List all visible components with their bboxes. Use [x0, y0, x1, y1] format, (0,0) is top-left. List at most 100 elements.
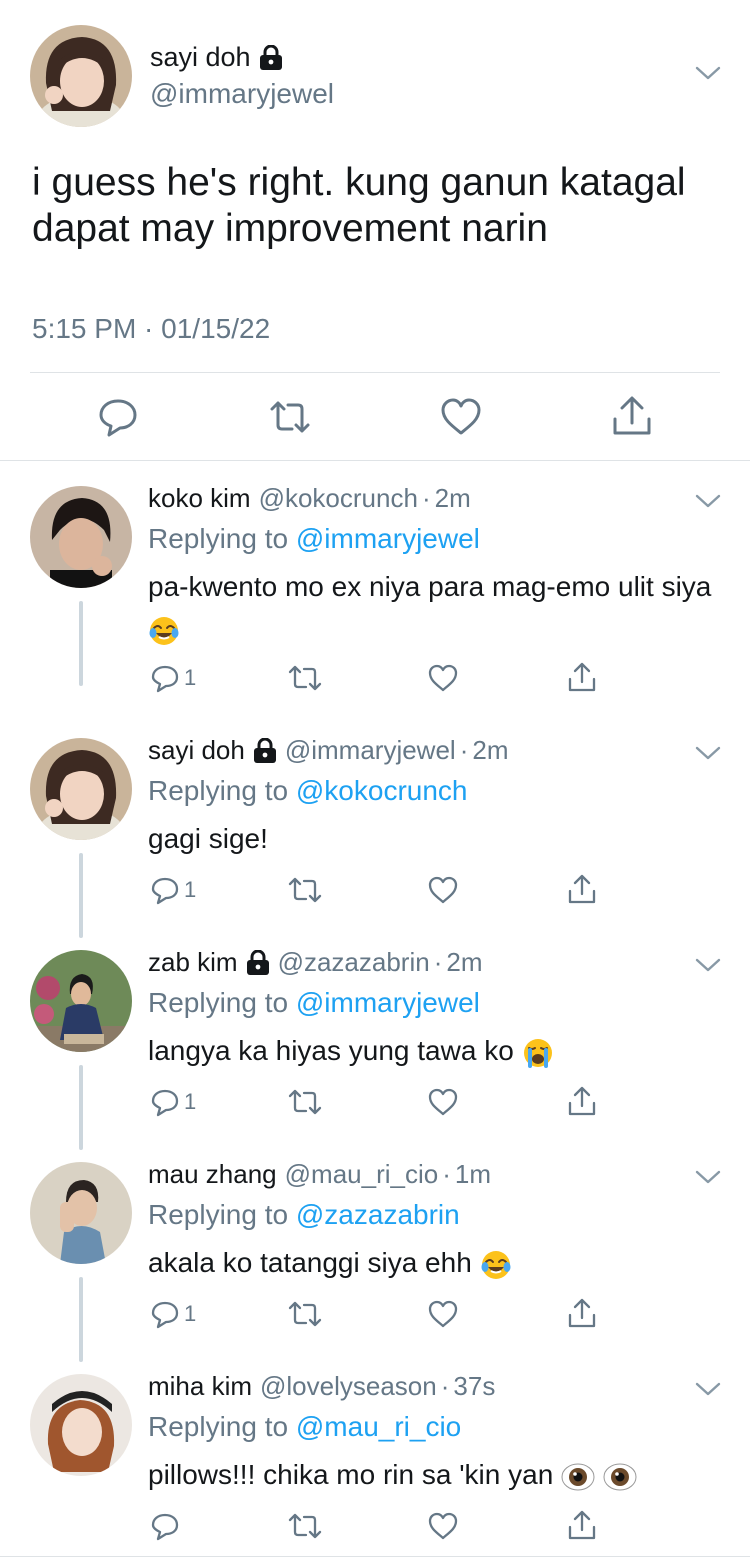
author-handle[interactable]: @immaryjewel — [285, 735, 456, 766]
share-icon — [568, 1510, 596, 1540]
share-button[interactable] — [566, 661, 598, 695]
author-handle[interactable]: @mau_ri_cio — [285, 1159, 439, 1190]
replying-label: Replying to — [148, 1199, 289, 1230]
retweet-button[interactable] — [287, 661, 323, 695]
like-icon — [428, 876, 458, 904]
reply-tweet[interactable]: mau zhang @mau_ri_cio · 1m Replying to @… — [0, 1137, 750, 1362]
retweet-icon[interactable] — [268, 395, 312, 439]
author-handle[interactable]: @immaryjewel — [150, 78, 334, 110]
share-icon — [568, 874, 596, 904]
chevron-down-icon[interactable] — [695, 1381, 721, 1397]
like-button[interactable] — [427, 1085, 459, 1119]
lock-icon — [253, 737, 276, 763]
reply-button[interactable]: 1 — [150, 1297, 196, 1331]
mention-link[interactable]: @zazazabrin — [296, 1199, 460, 1230]
author-handle[interactable]: @lovelyseason — [260, 1371, 437, 1402]
tweet-text: i guess he's right. kung ganun katagal d… — [32, 161, 686, 250]
reply-icon[interactable] — [96, 395, 140, 439]
chevron-down-icon[interactable] — [695, 1169, 721, 1185]
reply-actions: 1 — [0, 661, 750, 695]
like-button[interactable] — [427, 661, 459, 695]
reply-text: gagi sige! — [148, 818, 723, 860]
mention-link[interactable]: @mau_ri_cio — [296, 1411, 461, 1442]
chevron-down-icon[interactable] — [695, 65, 721, 81]
author-name-text: sayi doh — [150, 42, 251, 72]
reply-time[interactable]: 2m — [435, 483, 471, 514]
avatar[interactable] — [30, 1162, 132, 1264]
avatar[interactable] — [30, 738, 132, 840]
like-button[interactable] — [427, 873, 459, 907]
author-handle[interactable]: @kokocrunch — [259, 483, 418, 514]
avatar[interactable] — [30, 950, 132, 1052]
reply-text: langya ka hiyas yung tawa ko — [148, 1030, 723, 1072]
avatar[interactable] — [30, 486, 132, 588]
reply-text-content: akala ko tatanggi siya ehh — [148, 1247, 472, 1278]
chevron-down-icon[interactable] — [695, 957, 721, 973]
mention-link[interactable]: @immaryjewel — [296, 523, 480, 554]
reply-tweet[interactable]: zab kim @zazazabrin · 2m Replying to @im… — [0, 925, 750, 1150]
reply-time[interactable]: 2m — [472, 735, 508, 766]
reply-actions: 1 — [0, 873, 750, 907]
retweet-button[interactable] — [287, 873, 323, 907]
reply-tweet[interactable]: sayi doh @immaryjewel · 2m Replying to @… — [0, 713, 750, 938]
reply-header: zab kim @zazazabrin · 2m — [148, 947, 483, 978]
lock-icon — [246, 949, 269, 975]
reply-time[interactable]: 2m — [446, 947, 482, 978]
chevron-down-icon[interactable] — [695, 745, 721, 761]
divider — [0, 1556, 750, 1557]
reply-tweet[interactable]: koko kim @kokocrunch · 2m Replying to @i… — [0, 461, 750, 693]
author-name[interactable]: miha kim — [148, 1371, 252, 1402]
crying-loudly-emoji-icon — [523, 1038, 552, 1068]
reply-text-content: pa-kwento mo ex niya para mag-emo ulit s… — [148, 571, 712, 602]
share-icon — [568, 1086, 596, 1116]
tweet-timestamp[interactable]: 5:15 PM · 01/15/22 — [32, 313, 270, 345]
mention-link[interactable]: @immaryjewel — [296, 987, 480, 1018]
reply-tweet[interactable]: miha kim @lovelyseason · 37s Replying to… — [0, 1349, 750, 1561]
retweet-button[interactable] — [287, 1297, 323, 1331]
share-button[interactable] — [566, 1297, 598, 1331]
share-icon[interactable] — [610, 395, 654, 439]
separator-dot: · — [459, 735, 469, 765]
reply-icon — [151, 1513, 179, 1541]
share-icon — [568, 662, 596, 692]
like-icon — [428, 1088, 458, 1116]
mention-link[interactable]: @kokocrunch — [296, 775, 468, 806]
share-button[interactable] — [566, 1085, 598, 1119]
replying-to: Replying to @mau_ri_cio — [148, 1411, 461, 1443]
author-name[interactable]: mau zhang — [148, 1159, 277, 1190]
like-button[interactable] — [427, 1509, 459, 1543]
author-name[interactable]: sayi doh — [148, 735, 245, 766]
tweet-actions — [0, 395, 750, 439]
eye-emoji-icon — [561, 1463, 595, 1491]
like-icon — [428, 664, 458, 692]
replying-label: Replying to — [148, 775, 289, 806]
share-button[interactable] — [566, 873, 598, 907]
reply-button[interactable]: 1 — [150, 1085, 196, 1119]
reply-text: pa-kwento mo ex niya para mag-emo ulit s… — [148, 566, 723, 650]
reply-time[interactable]: 1m — [455, 1159, 491, 1190]
reply-button[interactable]: 1 — [150, 873, 196, 907]
share-button[interactable] — [566, 1509, 598, 1543]
reply-header: koko kim @kokocrunch · 2m — [148, 483, 471, 514]
avatar[interactable] — [30, 1374, 132, 1476]
lock-icon — [259, 44, 282, 70]
chevron-down-icon[interactable] — [695, 493, 721, 509]
replying-to: Replying to @zazazabrin — [148, 1199, 460, 1231]
author-name[interactable]: koko kim — [148, 483, 251, 514]
author-name[interactable]: sayi doh — [150, 42, 283, 73]
reply-text: akala ko tatanggi siya ehh — [148, 1242, 723, 1284]
retweet-button[interactable] — [287, 1509, 323, 1543]
like-icon[interactable] — [439, 395, 483, 439]
avatar[interactable] — [30, 25, 132, 127]
like-button[interactable] — [427, 1297, 459, 1331]
reply-time[interactable]: 37s — [453, 1371, 495, 1402]
author-name[interactable]: zab kim — [148, 947, 238, 978]
author-handle[interactable]: @zazazabrin — [278, 947, 430, 978]
reply-text-content: pillows!!! chika mo rin sa 'kin yan — [148, 1459, 554, 1490]
retweet-button[interactable] — [287, 1085, 323, 1119]
laughing-tears-emoji-icon — [149, 616, 179, 645]
reply-text: pillows!!! chika mo rin sa 'kin yan — [148, 1454, 723, 1496]
reply-button[interactable]: 1 — [150, 661, 196, 695]
reply-actions: 1 — [0, 1085, 750, 1119]
reply-button[interactable] — [150, 1509, 184, 1543]
